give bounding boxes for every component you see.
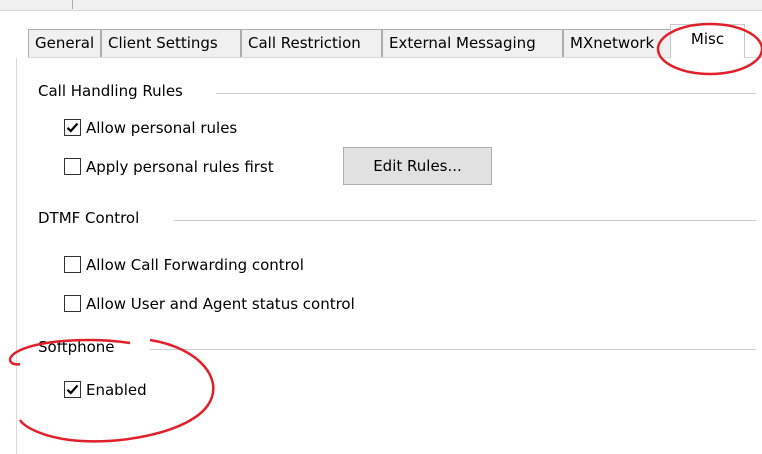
allow-personal-rules-checkbox-box[interactable] [64,119,81,136]
allow-user-agent-status-label: Allow User and Agent status control [86,295,355,313]
tab-mxnetwork-label: MXnetwork [570,34,655,52]
tab-mxnetwork[interactable]: MXnetwork [563,29,671,57]
tab-call-restriction-label: Call Restriction [248,34,361,52]
apply-personal-rules-first-checkbox-box[interactable] [64,158,81,175]
edit-rules-button[interactable]: Edit Rules... [343,147,492,185]
allow-personal-rules-checkbox[interactable]: Allow personal rules [64,117,324,139]
allow-user-agent-status-checkbox[interactable]: Allow User and Agent status control [64,293,404,315]
dtmf-control-divider [174,220,756,221]
allow-user-agent-status-checkbox-box[interactable] [64,295,81,312]
settings-dialog: General Client Settings Call Restriction… [0,0,762,454]
checkmark-icon [66,122,79,133]
softphone-enabled-checkbox[interactable]: Enabled [64,379,184,401]
apply-personal-rules-first-checkbox[interactable]: Apply personal rules first [64,156,334,178]
allow-call-forwarding-label: Allow Call Forwarding control [86,256,304,274]
checkmark-icon [66,384,79,395]
tab-misc[interactable]: Misc [670,24,745,58]
softphone-heading: Softphone [38,338,119,356]
softphone-enabled-checkbox-box[interactable] [64,381,81,398]
tab-external-messaging-label: External Messaging [389,34,536,52]
tab-client-settings-label: Client Settings [108,34,218,52]
call-handling-rules-heading: Call Handling Rules [38,82,187,100]
softphone-enabled-label: Enabled [86,381,147,399]
allow-call-forwarding-checkbox[interactable]: Allow Call Forwarding control [64,254,354,276]
cut-off-tab [14,0,73,9]
dtmf-control-heading: DTMF Control [38,209,144,227]
call-handling-rules-divider [216,93,756,94]
softphone-divider [150,349,756,350]
tab-misc-label: Misc [690,30,725,48]
allow-personal-rules-label: Allow personal rules [86,119,238,137]
tab-call-restriction[interactable]: Call Restriction [241,29,382,57]
tab-external-messaging[interactable]: External Messaging [382,29,563,57]
allow-call-forwarding-checkbox-box[interactable] [64,256,81,273]
tab-client-settings[interactable]: Client Settings [101,29,241,57]
tab-general-label: General [35,34,95,52]
apply-personal-rules-first-label: Apply personal rules first [86,158,274,176]
top-strip [0,0,762,11]
tab-general[interactable]: General [28,29,101,57]
